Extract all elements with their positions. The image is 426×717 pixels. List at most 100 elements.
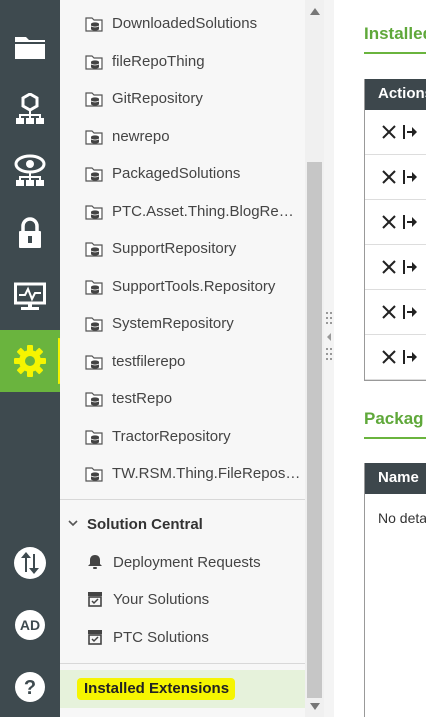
svg-text:?: ?	[24, 677, 36, 699]
tree-item-repository[interactable]: PTC.Asset.Thing.BlogRep…	[60, 193, 305, 230]
splitter-grip-icon[interactable]	[326, 312, 332, 362]
tree-item-label: newrepo	[112, 127, 170, 145]
solution-central-section-header[interactable]: Solution Central	[60, 512, 305, 540]
export-arrow-icon[interactable]	[402, 214, 418, 230]
rail-item-import-export-admin[interactable]	[0, 330, 74, 392]
tree-item-label: Installed Extensions	[84, 680, 230, 697]
tree-item-repository[interactable]: PackagedSolutions	[60, 155, 305, 192]
tree-item-deployment-requests[interactable]: Deployment Requests	[60, 544, 305, 581]
rail-item-model[interactable]	[0, 78, 60, 140]
tree-item-label: DownloadedSolutions	[112, 15, 258, 32]
scroll-thumb[interactable]	[307, 162, 322, 698]
delete-icon[interactable]	[381, 124, 397, 140]
table-row	[365, 245, 426, 290]
table-row	[365, 110, 426, 155]
rail-item-monitoring[interactable]	[0, 140, 60, 202]
tree-item-repository[interactable]: SupportTools.Repository	[60, 268, 305, 305]
repository-folder-icon	[85, 17, 103, 32]
tree-item-label: fileRepoThing	[112, 52, 205, 70]
tree-item-your-solutions[interactable]: Your Solutions	[60, 581, 305, 618]
tree-item-label: SystemRepository	[112, 315, 234, 332]
user-avatar-icon: AD	[15, 610, 45, 640]
scroll-down-arrow-icon[interactable]	[310, 703, 320, 710]
tree-item-repository[interactable]: SupportRepository	[60, 230, 305, 267]
tree-item-repository[interactable]: TW.RSM.Thing.FileRepos…	[60, 455, 305, 492]
folder-icon	[15, 37, 45, 59]
actions-column-header: Actions	[365, 79, 426, 110]
name-column-header: Name	[365, 463, 426, 494]
export-arrow-icon[interactable]	[402, 169, 418, 185]
rail-item-security[interactable]	[0, 202, 60, 264]
solution-box-icon	[88, 630, 102, 645]
tree-item-label: Your Solutions	[113, 591, 210, 608]
repository-folder-icon	[85, 354, 103, 370]
delete-icon[interactable]	[381, 169, 397, 185]
packages-title: Packag	[364, 409, 424, 428]
rail-item-help[interactable]: ?	[0, 656, 60, 717]
delete-icon[interactable]	[381, 214, 397, 230]
export-arrow-icon[interactable]	[402, 124, 418, 140]
panel-splitter[interactable]	[324, 0, 334, 717]
tree-item-ptc-solutions[interactable]: PTC Solutions	[60, 619, 305, 656]
tree-item-label: GitRepository	[112, 90, 203, 107]
left-navigation-rail: AD ?	[0, 0, 74, 717]
import-export-tree-panel: DownloadedSolutions fileRepoThing GitRepos…	[60, 0, 305, 717]
table-row	[365, 335, 426, 380]
tree-item-label: Deployment Requests	[113, 554, 261, 571]
solution-box-icon	[88, 592, 102, 607]
bell-icon	[88, 555, 102, 569]
tree-item-label: SupportTools.Repository	[112, 277, 276, 295]
tree-item-installed-extensions[interactable]: Installed Extensions	[60, 670, 305, 708]
table-row	[365, 290, 426, 335]
tree-item-repository[interactable]: TractorRepository	[60, 418, 305, 455]
repository-folder-icon	[85, 92, 103, 107]
tree-item-repository[interactable]: fileRepoThing	[60, 43, 305, 80]
tree-item-repository[interactable]: GitRepository	[60, 80, 305, 117]
tree-item-label: PTC Solutions	[113, 629, 209, 646]
delete-icon[interactable]	[381, 349, 397, 365]
repository-folder-icon	[85, 392, 103, 407]
repository-folder-icon	[85, 204, 103, 220]
tree-scrollbar[interactable]	[305, 0, 324, 717]
gear-icon	[14, 345, 46, 377]
installed-extensions-table: Actions	[364, 79, 426, 381]
repository-folder-icon	[85, 54, 103, 70]
tree-item-label: SupportRepository	[112, 240, 237, 257]
export-arrow-icon[interactable]	[402, 259, 418, 275]
main-content: Installed Actions Packag Name No deta	[334, 0, 426, 717]
divider	[60, 499, 305, 500]
table-body	[365, 110, 426, 380]
rail-item-import-export[interactable]	[0, 532, 60, 594]
rail-item-browse[interactable]	[0, 16, 60, 78]
repository-folder-icon	[85, 429, 103, 445]
delete-icon[interactable]	[381, 304, 397, 320]
tree-item-label: PTC.Asset.Thing.BlogRep…	[112, 202, 302, 220]
user-initials: AD	[20, 617, 40, 633]
repository-folder-icon	[85, 129, 103, 145]
tree-item-repository[interactable]: DownloadedSolutions	[60, 5, 305, 42]
empty-table-message: No deta	[378, 510, 426, 526]
tree-item-repository[interactable]: testRepo	[60, 380, 305, 417]
repository-folder-icon	[85, 467, 103, 482]
tree-item-repository[interactable]: newrepo	[60, 118, 305, 155]
title-underline	[364, 52, 426, 54]
repository-folder-icon	[85, 279, 103, 295]
tree-item-repository[interactable]: testfilerepo	[60, 343, 305, 380]
divider	[60, 663, 305, 664]
rail-item-user-profile[interactable]: AD	[0, 594, 60, 656]
installed-extensions-title: Installed	[364, 24, 426, 43]
delete-icon[interactable]	[381, 259, 397, 275]
export-arrow-icon[interactable]	[402, 349, 418, 365]
title-underline	[364, 437, 426, 439]
tree-item-repository[interactable]: SystemRepository	[60, 305, 305, 342]
import-export-icon	[14, 547, 46, 579]
activity-monitor-icon	[14, 282, 46, 310]
tree-item-label: PackagedSolutions	[112, 165, 241, 182]
scroll-up-arrow-icon[interactable]	[310, 8, 320, 15]
table-row	[365, 155, 426, 200]
export-arrow-icon[interactable]	[402, 304, 418, 320]
chevron-down-icon[interactable]	[67, 517, 79, 529]
hierarchy-icon	[16, 93, 44, 124]
monitor-eye-icon	[14, 154, 46, 186]
rail-item-system-monitor[interactable]	[0, 266, 60, 328]
